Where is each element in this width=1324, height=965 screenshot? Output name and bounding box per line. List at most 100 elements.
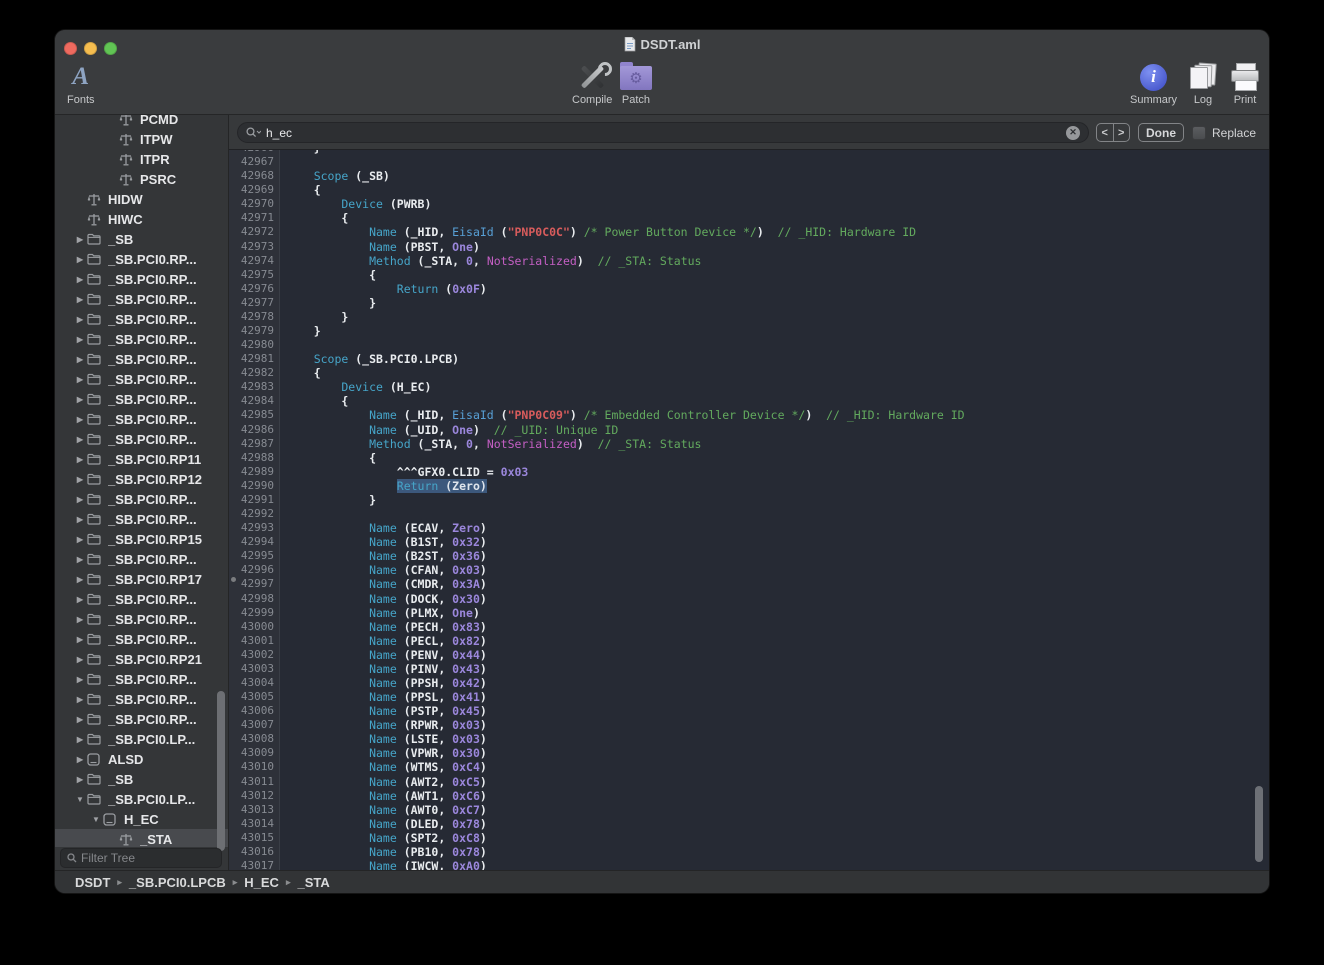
sidebar-item-sb-pci0-rp[interactable]: ▶_SB.PCI0.RP...	[55, 349, 228, 369]
search-input[interactable]: h_ec ✕	[237, 122, 1089, 143]
sidebar-item-sb-pci0-rp[interactable]: ▶_SB.PCI0.RP...	[55, 629, 228, 649]
disclosure-expanded-icon[interactable]: ▼	[89, 815, 103, 824]
editor-scrollbar[interactable]	[1255, 786, 1263, 862]
disclosure-collapsed-icon[interactable]: ▶	[73, 675, 87, 684]
code-line: 43003 Name (PINV, 0x43)	[229, 662, 1269, 676]
line-number: 42981	[229, 352, 280, 366]
code-text: Scope (_SB)	[280, 169, 1269, 183]
disclosure-collapsed-icon[interactable]: ▶	[73, 515, 87, 524]
disclosure-collapsed-icon[interactable]: ▶	[73, 415, 87, 424]
line-number: 42967	[229, 155, 280, 169]
sidebar-item-sb-pci0-lp[interactable]: ▼_SB.PCI0.LP...	[55, 789, 228, 809]
filter-tree-input[interactable]: Filter Tree	[60, 848, 222, 868]
sidebar-item-sb-pci0-rp[interactable]: ▶ _SB.PCI0.RP...	[55, 409, 228, 429]
disclosure-collapsed-icon[interactable]: ▶	[73, 395, 87, 404]
done-button[interactable]: Done	[1138, 123, 1184, 142]
clear-search-button[interactable]: ✕	[1066, 126, 1080, 140]
summary-button[interactable]: i Summary	[1130, 62, 1177, 106]
disclosure-collapsed-icon[interactable]: ▶	[73, 535, 87, 544]
disclosure-collapsed-icon[interactable]: ▶	[73, 655, 87, 664]
sidebar-item-sb-pci0-lp[interactable]: ▶_SB.PCI0.LP...	[55, 729, 228, 749]
sidebar-item-sb-pci0-rp[interactable]: ▶_SB.PCI0.RP...	[55, 429, 228, 449]
disclosure-collapsed-icon[interactable]: ▶	[73, 355, 87, 364]
sidebar-item-label: _SB.PCI0.RP...	[108, 412, 197, 427]
code-editor[interactable]: 42966 }4296742968 Scope (_SB)42969 {4297…	[229, 149, 1269, 871]
disclosure-collapsed-icon[interactable]: ▶	[73, 435, 87, 444]
sidebar-item-sb-pci0-rp[interactable]: ▶_SB.PCI0.RP...	[55, 689, 228, 709]
sidebar-item-h-ec[interactable]: ▼H_EC	[55, 809, 228, 829]
code-line: 42973 Name (PBST, One)	[229, 240, 1269, 254]
compile-button[interactable]: Compile	[572, 62, 612, 106]
sidebar-item-hiwc[interactable]: HIWC	[55, 209, 228, 229]
sidebar-item-sb-pci0-rp[interactable]: ▶_SB.PCI0.RP...	[55, 669, 228, 689]
sidebar-item-sb-pci0-rp[interactable]: ▶_SB.PCI0.RP...	[55, 489, 228, 509]
disclosure-collapsed-icon[interactable]: ▶	[73, 555, 87, 564]
folder-icon	[87, 393, 105, 405]
disclosure-collapsed-icon[interactable]: ▶	[73, 615, 87, 624]
print-button[interactable]: Print	[1231, 62, 1259, 106]
sidebar-item-hidw[interactable]: HIDW	[55, 189, 228, 209]
disclosure-collapsed-icon[interactable]: ▶	[73, 335, 87, 344]
sidebar-item-sb-pci0-rp[interactable]: ▶_SB.PCI0.RP...	[55, 589, 228, 609]
disclosure-expanded-icon[interactable]: ▼	[73, 795, 87, 804]
disclosure-collapsed-icon[interactable]: ▶	[73, 375, 87, 384]
sidebar-item-sb-pci0-rp12[interactable]: ▶_SB.PCI0.RP12	[55, 469, 228, 489]
method-icon	[119, 153, 137, 166]
sidebar-item-sb-pci0-rp[interactable]: ▶_SB.PCI0.RP...	[55, 509, 228, 529]
disclosure-collapsed-icon[interactable]: ▶	[73, 455, 87, 464]
disclosure-collapsed-icon[interactable]: ▶	[73, 575, 87, 584]
disclosure-collapsed-icon[interactable]: ▶	[73, 695, 87, 704]
find-previous-button[interactable]: <	[1097, 124, 1114, 141]
sidebar-item-pcmd[interactable]: PCMD	[55, 115, 228, 129]
folder-icon	[87, 253, 105, 265]
sidebar-item-sb[interactable]: ▶_SB	[55, 769, 228, 789]
code-text: Name (VPWR, 0x30)	[280, 746, 1269, 760]
sidebar-item-sb-pci0-rp[interactable]: ▶ _SB.PCI0.RP...	[55, 609, 228, 629]
disclosure-collapsed-icon[interactable]: ▶	[73, 235, 87, 244]
sidebar-item-sb-pci0-rp[interactable]: ▶_SB.PCI0.RP...	[55, 289, 228, 309]
sidebar-item-sta[interactable]: _STA	[55, 829, 228, 847]
disclosure-collapsed-icon[interactable]: ▶	[73, 755, 87, 764]
sidebar-item-sb-pci0-rp[interactable]: ▶_SB.PCI0.RP...	[55, 709, 228, 729]
sidebar-item-sb[interactable]: ▶_SB	[55, 229, 228, 249]
disclosure-collapsed-icon[interactable]: ▶	[73, 275, 87, 284]
fonts-button[interactable]: A Fonts	[67, 62, 95, 106]
disclosure-collapsed-icon[interactable]: ▶	[73, 315, 87, 324]
code-text: Name (PLMX, One)	[280, 606, 1269, 620]
sidebar-item-label: _SB.PCI0.RP...	[108, 612, 197, 627]
log-button[interactable]: Log	[1190, 62, 1216, 106]
disclosure-collapsed-icon[interactable]: ▶	[73, 475, 87, 484]
fonts-button-label: Fonts	[67, 94, 95, 106]
sidebar-item-sb-pci0-rp11[interactable]: ▶_SB.PCI0.RP11	[55, 449, 228, 469]
disclosure-collapsed-icon[interactable]: ▶	[73, 775, 87, 784]
sidebar-item-sb-pci0-rp[interactable]: ▶_SB.PCI0.RP...	[55, 369, 228, 389]
disclosure-collapsed-icon[interactable]: ▶	[73, 735, 87, 744]
sidebar-item-sb-pci0-rp17[interactable]: ▶_SB.PCI0.RP17	[55, 569, 228, 589]
sidebar-item-sb-pci0-rp[interactable]: ▶_SB.PCI0.RP...	[55, 329, 228, 349]
code-text: Scope (_SB.PCI0.LPCB)	[280, 352, 1269, 366]
patch-button[interactable]: ⚙ Patch	[620, 62, 652, 106]
line-number: 43015	[229, 831, 280, 845]
find-next-button[interactable]: >	[1114, 124, 1130, 141]
sidebar-scrollbar[interactable]	[217, 691, 225, 851]
sidebar-item-sb-pci0-rp[interactable]: ▶_SB.PCI0.RP...	[55, 249, 228, 269]
sidebar-item-sb-pci0-rp[interactable]: ▶_SB.PCI0.RP...	[55, 269, 228, 289]
sidebar-item-itpw[interactable]: ITPW	[55, 129, 228, 149]
sidebar-item-itpr[interactable]: ITPR	[55, 149, 228, 169]
replace-checkbox[interactable]	[1192, 126, 1206, 140]
sidebar-item-sb-pci0-rp21[interactable]: ▶_SB.PCI0.RP21	[55, 649, 228, 669]
disclosure-collapsed-icon[interactable]: ▶	[73, 635, 87, 644]
disclosure-collapsed-icon[interactable]: ▶	[73, 295, 87, 304]
disclosure-collapsed-icon[interactable]: ▶	[73, 715, 87, 724]
sidebar-item-sb-pci0-rp[interactable]: ▶_SB.PCI0.RP...	[55, 309, 228, 329]
sidebar-item-psrc[interactable]: PSRC	[55, 169, 228, 189]
sidebar-item-alsd[interactable]: ▶ALSD	[55, 749, 228, 769]
disclosure-collapsed-icon[interactable]: ▶	[73, 595, 87, 604]
sidebar-item-sb-pci0-rp[interactable]: ▶_SB.PCI0.RP...	[55, 549, 228, 569]
disclosure-collapsed-icon[interactable]: ▶	[73, 255, 87, 264]
splitter-handle[interactable]	[231, 577, 236, 582]
sidebar-item-sb-pci0-rp15[interactable]: ▶_SB.PCI0.RP15	[55, 529, 228, 549]
sidebar-item-sb-pci0-rp[interactable]: ▶_SB.PCI0.RP...	[55, 389, 228, 409]
disclosure-collapsed-icon[interactable]: ▶	[73, 495, 87, 504]
line-number: 42973	[229, 240, 280, 254]
